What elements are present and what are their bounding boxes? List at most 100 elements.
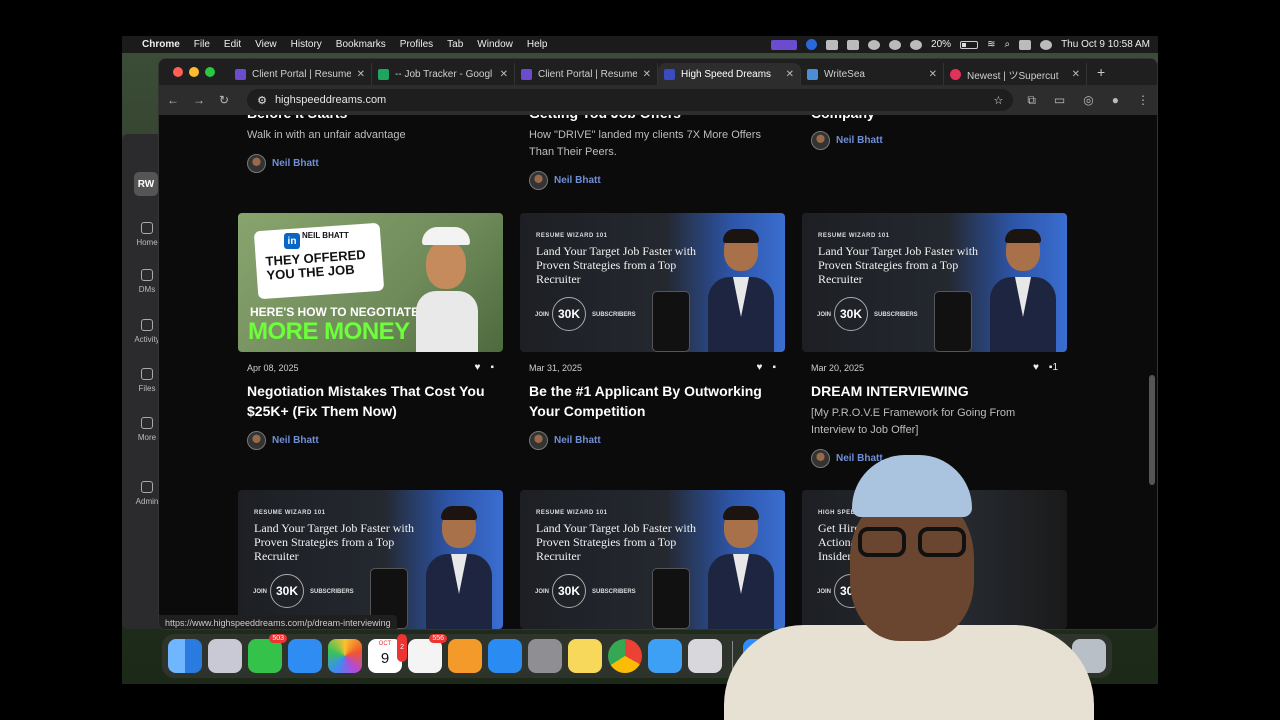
back-icon[interactable]: ← (167, 93, 179, 107)
author-name[interactable]: Neil Bhatt (836, 135, 883, 146)
author-name[interactable]: Neil Bhatt (554, 175, 601, 186)
post-card[interactable]: Company Neil Bhatt (802, 115, 1067, 150)
comment-icon[interactable]: ▪ (490, 362, 494, 373)
post-title[interactable]: Company (802, 115, 1067, 123)
dock-reminders[interactable]: 556 (408, 634, 447, 673)
menu-view[interactable]: View (255, 39, 277, 50)
menu-help[interactable]: Help (527, 39, 548, 50)
post-thumbnail[interactable]: RESUME WIZARD 101 Land Your Target Job F… (238, 490, 503, 629)
menu-app-name[interactable]: Chrome (142, 39, 180, 50)
tab-client-portal-2[interactable]: Client Portal | Resume ✕ (515, 63, 658, 85)
post-card[interactable]: RESUME WIZARD 101 Land Your Target Job F… (238, 490, 503, 629)
search-icon[interactable]: ⌕ (1004, 39, 1010, 50)
dock-photos[interactable] (328, 639, 362, 673)
reload-icon[interactable]: ↻ (219, 93, 229, 107)
site-info-icon[interactable]: ⚙ (257, 94, 267, 107)
menu-history[interactable]: History (291, 39, 322, 50)
tab-high-speed-dreams[interactable]: High Speed Dreams ✕ (658, 63, 801, 85)
menu-bookmarks[interactable]: Bookmarks (336, 39, 386, 50)
post-author[interactable]: Neil Bhatt (520, 171, 785, 190)
author-name[interactable]: Neil Bhatt (272, 435, 319, 446)
menubar-clock[interactable]: Thu Oct 9 10:58 AM (1061, 39, 1150, 50)
tab-writesea[interactable]: WriteSea ✕ (801, 63, 944, 85)
heart-icon[interactable]: ♥ (757, 362, 763, 373)
post-thumbnail[interactable]: RESUME WIZARD 101 Land Your Target Job F… (520, 213, 785, 352)
chrome-menu-icon[interactable]: ⋮ (1137, 93, 1149, 107)
dock-calendar[interactable]: OCT 9 2 (368, 634, 407, 673)
close-tab-icon[interactable]: ✕ (357, 69, 365, 80)
post-card[interactable]: Before It Starts Walk in with an unfair … (238, 115, 503, 173)
author-name[interactable]: Neil Bhatt (554, 435, 601, 446)
post-card[interactable]: Getting You Job Offers How "DRIVE" lande… (520, 115, 785, 190)
dock-launchpad[interactable] (208, 639, 242, 673)
tab-search-icon[interactable]: ▭ (1054, 93, 1065, 107)
menu-profiles[interactable]: Profiles (400, 39, 433, 50)
page-scrollbar[interactable] (1149, 375, 1155, 485)
tab-client-portal-1[interactable]: Client Portal | Resume ✕ (229, 63, 372, 85)
siri-icon[interactable] (1040, 39, 1053, 50)
post-title[interactable]: Before It Starts (238, 115, 503, 123)
zoom-status-icon[interactable] (806, 39, 818, 50)
battery-icon[interactable] (960, 40, 979, 49)
close-tab-icon[interactable]: ✕ (643, 69, 651, 80)
extensions-icon[interactable]: ⧉ (1027, 93, 1036, 108)
tab-supercut[interactable]: Newest | ツSupercut ✕ (944, 63, 1087, 85)
post-title[interactable]: Getting You Job Offers (520, 115, 785, 123)
forward-icon[interactable]: → (193, 93, 205, 107)
menu-file[interactable]: File (194, 39, 210, 50)
wifi-icon[interactable]: ≋ (987, 39, 995, 50)
dock-pages[interactable] (448, 639, 482, 673)
extension-icon[interactable]: ◎ (1083, 93, 1093, 107)
comment-icon[interactable]: ▪ (772, 362, 776, 373)
menu-window[interactable]: Window (477, 39, 513, 50)
post-thumbnail[interactable]: RESUME WIZARD 101 Land Your Target Job F… (802, 213, 1067, 352)
screen-record-icon[interactable] (771, 39, 798, 50)
address-bar[interactable]: ⚙ highspeeddreams.com ☆ (247, 89, 1014, 111)
status-app-icon[interactable] (868, 39, 881, 50)
dock-chrome[interactable] (608, 639, 642, 673)
bookmark-star-icon[interactable]: ☆ (993, 94, 1003, 107)
status-app-icon[interactable] (826, 39, 839, 50)
close-window-button[interactable] (173, 67, 183, 77)
post-author[interactable]: Neil Bhatt (802, 131, 1067, 150)
cloud-icon[interactable] (889, 39, 902, 50)
dock-app-store[interactable] (488, 639, 522, 673)
dock-system-settings[interactable] (528, 639, 562, 673)
post-author[interactable]: Neil Bhatt (520, 431, 785, 450)
post-title[interactable]: Be the #1 Applicant By Outworking Your C… (520, 381, 785, 421)
dock-notes[interactable] (568, 639, 602, 673)
post-card[interactable]: in NEIL BHATT THEY OFFERED YOU THE JOB H… (238, 213, 503, 450)
close-tab-icon[interactable]: ✕ (786, 69, 794, 80)
status-app-icon[interactable] (910, 39, 923, 50)
post-thumbnail[interactable]: in NEIL BHATT THEY OFFERED YOU THE JOB H… (238, 213, 503, 352)
heart-icon[interactable]: ♥ (1033, 362, 1039, 373)
tab-favicon-icon (378, 68, 389, 80)
close-tab-icon[interactable]: ✕ (1072, 69, 1080, 80)
post-author[interactable]: Neil Bhatt (238, 431, 503, 450)
close-tab-icon[interactable]: ✕ (500, 69, 508, 80)
post-card[interactable]: RESUME WIZARD 101 Land Your Target Job F… (520, 213, 785, 450)
workspace-logo[interactable]: RW (134, 172, 158, 196)
heart-icon[interactable]: ♥ (475, 362, 481, 373)
new-tab-button[interactable]: + (1087, 64, 1105, 80)
dock-mail[interactable] (288, 639, 322, 673)
dock-safari[interactable] (648, 639, 682, 673)
dock-finder[interactable] (168, 639, 202, 673)
menu-tab[interactable]: Tab (447, 39, 463, 50)
dock-messages[interactable]: 503 (248, 634, 287, 673)
post-card[interactable]: RESUME WIZARD 101 Land Your Target Job F… (802, 213, 1067, 468)
post-title[interactable]: DREAM INTERVIEWING (802, 381, 1067, 401)
tab-job-tracker[interactable]: -- Job Tracker - Googl ✕ (372, 63, 515, 85)
dock-iphone-mirroring[interactable] (688, 639, 722, 673)
maximize-window-button[interactable] (205, 67, 215, 77)
post-title[interactable]: Negotiation Mistakes That Cost You $25K+… (238, 381, 503, 421)
close-tab-icon[interactable]: ✕ (929, 69, 937, 80)
post-author[interactable]: Neil Bhatt (238, 154, 503, 173)
author-name[interactable]: Neil Bhatt (272, 158, 319, 169)
menu-edit[interactable]: Edit (224, 39, 241, 50)
control-center-icon[interactable] (1019, 39, 1032, 50)
comment-icon[interactable]: ▪1 (1049, 362, 1058, 373)
profile-icon[interactable]: ● (1112, 93, 1119, 107)
minimize-window-button[interactable] (189, 67, 199, 77)
status-app-icon[interactable] (847, 39, 860, 50)
